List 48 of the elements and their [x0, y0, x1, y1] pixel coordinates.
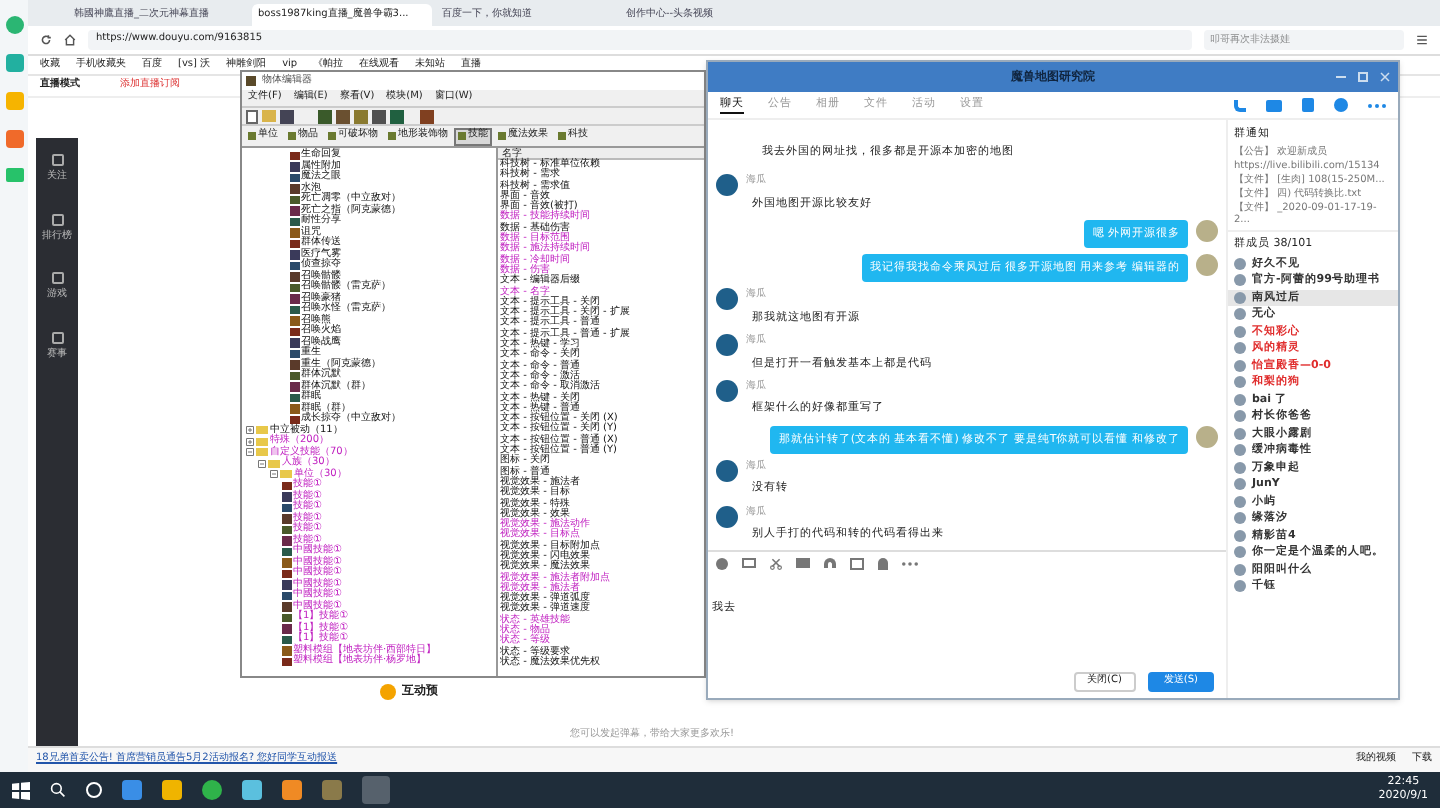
avatar	[716, 288, 738, 311]
close-icon[interactable]	[1380, 72, 1390, 82]
scissors-icon[interactable]	[770, 557, 782, 569]
collapse-icon[interactable]	[270, 470, 278, 479]
menu-icon[interactable]	[1416, 34, 1428, 46]
avatar	[1196, 254, 1218, 276]
collapse-icon[interactable]	[258, 459, 266, 468]
new-file-icon[interactable]	[246, 109, 258, 123]
reload-icon[interactable]	[40, 34, 52, 46]
sidebar-icon[interactable]	[51, 272, 63, 284]
tab-icon	[328, 132, 336, 140]
avatar	[716, 505, 738, 527]
sidebar-icon[interactable]	[51, 331, 63, 343]
sidebar-icon[interactable]	[51, 213, 63, 225]
gif-icon[interactable]	[742, 558, 756, 568]
emoji-icon[interactable]	[716, 557, 728, 569]
tab-icon	[288, 132, 296, 140]
tab-icon	[558, 132, 566, 140]
tab-icon	[498, 132, 506, 140]
phone-icon[interactable]	[1234, 99, 1246, 111]
collapse-icon[interactable]	[246, 448, 254, 457]
taskview-icon[interactable]	[86, 782, 102, 798]
save-icon[interactable]	[280, 109, 294, 123]
expand-icon[interactable]	[246, 426, 254, 435]
tool-icon[interactable]	[420, 109, 434, 123]
headphones-icon[interactable]	[824, 558, 836, 568]
avatar	[716, 459, 738, 482]
app-icon[interactable]	[5, 130, 23, 148]
tab-icon	[458, 132, 466, 140]
avatar	[716, 334, 738, 356]
video-icon[interactable]	[1266, 99, 1282, 111]
tab-icon	[388, 132, 396, 140]
avatar	[1196, 219, 1218, 242]
tab-icon	[248, 132, 256, 140]
start-icon[interactable]	[12, 781, 30, 799]
expand-icon[interactable]	[246, 437, 254, 446]
avatar	[716, 379, 738, 402]
app-icon[interactable]	[5, 54, 23, 72]
image-icon[interactable]	[850, 557, 864, 569]
search-icon[interactable]	[50, 782, 66, 798]
browser-logo-icon[interactable]	[5, 16, 23, 34]
sidebar-icon[interactable]	[51, 154, 63, 166]
avatar	[1196, 425, 1218, 447]
editor-app-icon	[246, 76, 256, 86]
bell-icon[interactable]	[878, 557, 888, 569]
home-icon[interactable]	[64, 34, 76, 46]
avatar	[716, 174, 738, 196]
maximize-icon[interactable]	[1358, 72, 1368, 82]
